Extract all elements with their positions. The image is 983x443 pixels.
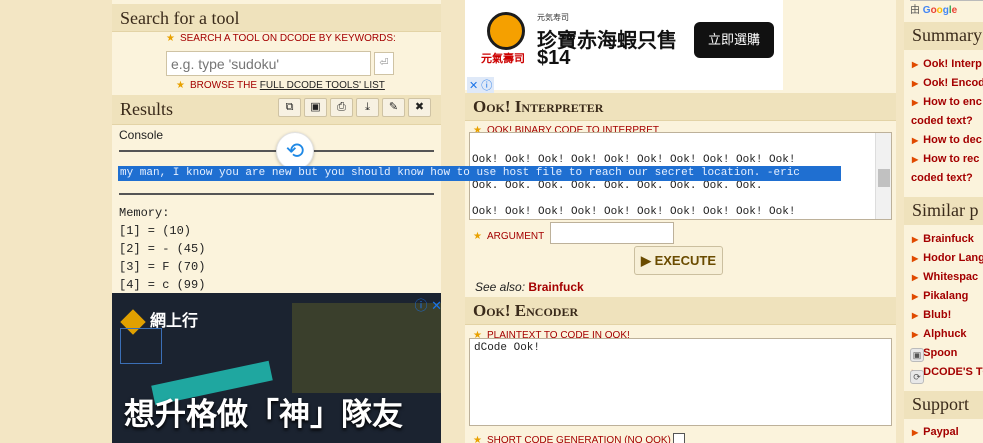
short-code-label: SHORT CODE GENERATION (NO OOK)	[486, 435, 671, 443]
short-code-checkbox[interactable]	[672, 432, 685, 443]
argument-row: ★ ARGUMENT	[473, 226, 544, 244]
search-submit-button[interactable]: ⏎	[374, 52, 394, 75]
ad-info-close-icon[interactable]: ⓘ ✕	[414, 295, 441, 314]
encoder-title: Ook! Encoder	[465, 297, 896, 325]
similar-item[interactable]: ▶ Blub!	[912, 309, 951, 321]
search-input[interactable]	[166, 51, 371, 76]
argument-input[interactable]	[550, 222, 674, 244]
close-icon[interactable]: ✖	[408, 98, 431, 117]
similar-item[interactable]: ▶ Brainfuck	[912, 233, 974, 245]
see-also-brainfuck-link[interactable]: Brainfuck	[528, 280, 583, 294]
textarea-scrollbar[interactable]	[875, 133, 891, 219]
left-column: Search for a tool ★ SEARCH A TOOL ON DCOD…	[112, 0, 441, 443]
star-icon: ★	[473, 435, 482, 443]
argument-label: ARGUMENT	[486, 231, 545, 242]
ook-code-content: Ook! Ook! Ook! Ook! Ook! Ook! Ook! Ook! …	[472, 154, 796, 218]
ad-crosshair-box	[120, 328, 162, 364]
print-icon[interactable]: ⎙	[330, 98, 353, 117]
summary-item-continued[interactable]: coded text?	[911, 115, 973, 127]
ad-small-text: 元気寿司	[537, 13, 569, 22]
advertisement-top[interactable]: 元氣壽司 元気寿司 珍寶赤海蝦只售 $14 立即選購	[465, 0, 783, 90]
star-icon: ★	[166, 33, 175, 44]
summary-item[interactable]: ▶ Ook! Interp	[912, 58, 982, 70]
interpreter-title: Ook! Interpreter	[465, 93, 896, 121]
search-panel-title: Search for a tool	[112, 4, 441, 32]
summary-item[interactable]: ▶ How to enc	[912, 96, 982, 108]
star-icon: ★	[176, 80, 185, 91]
short-code-row: ★ SHORT CODE GENERATION (NO OOK)	[473, 430, 685, 443]
similar-pages-title: Similar p	[904, 197, 983, 225]
summary-item-continued[interactable]: coded text?	[911, 172, 973, 184]
support-item-paypal[interactable]: ▶ Paypal	[912, 426, 959, 438]
see-also-prefix: See also:	[475, 280, 529, 294]
ad-brand-caption: 元氣壽司	[481, 53, 525, 65]
console-output-selected[interactable]: my man, I know you are new but you shoul…	[118, 166, 841, 181]
similar-item[interactable]: ▶ Whitespac	[912, 271, 978, 283]
summary-item[interactable]: ▶ Ook! Encod	[912, 77, 983, 89]
memory-output: Memory: [1] = (10) [2] = - (45) [3] = F …	[119, 206, 206, 292]
ad-headline: 想升格做「神」隊友	[124, 397, 403, 432]
browse-prefix: BROWSE THE	[189, 80, 260, 91]
search-keyword-label: SEARCH A TOOL ON DCODE BY KEYWORDS:	[179, 33, 396, 44]
star-icon: ★	[473, 231, 482, 242]
execute-button[interactable]: ▶ EXECUTE	[634, 246, 723, 275]
ad-close-info-icon[interactable]: ✕ ⓘ	[467, 77, 495, 93]
plaintext-textarea[interactable]: dCode Ook!	[469, 338, 892, 426]
search-panel: Search for a tool	[112, 4, 441, 92]
support-title: Support	[904, 391, 983, 419]
refresh-icon[interactable]: ⟲	[276, 132, 314, 170]
search-keyword-row: ★ SEARCH A TOOL ON DCODE BY KEYWORDS:	[166, 33, 396, 44]
console-label: Console	[119, 128, 164, 142]
browse-tools-row: ★ BROWSE THE FULL DCODE TOOLS' LIST	[176, 80, 385, 91]
ad-art-block	[292, 303, 441, 393]
middle-column: 元氣壽司 元気寿司 珍寶赤海蝦只售 $14 立即選購 ✕ ⓘ Ook! Inte…	[465, 0, 896, 443]
floating-options-icon[interactable]: ⟳	[910, 370, 924, 384]
summary-item[interactable]: ▶ How to dec	[912, 134, 982, 146]
pin-icon[interactable]: ✎	[382, 98, 405, 117]
ad-mascot-icon	[487, 12, 525, 50]
summary-item[interactable]: ▶ How to rec	[912, 153, 979, 165]
similar-item[interactable]: ▶ Pikalang	[912, 290, 968, 302]
google-translate-bar[interactable]: 由 Google	[910, 0, 983, 20]
copy-icon[interactable]: ⧉	[278, 98, 301, 117]
summary-title: Summary	[904, 22, 983, 50]
ad-buy-button[interactable]: 立即選購	[694, 22, 774, 58]
advertisement-left[interactable]: 網上行 想升格做「神」隊友 ⓘ ✕	[112, 293, 441, 443]
download-icon[interactable]: ⤓	[356, 98, 379, 117]
similar-item[interactable]: ▶ Alphuck	[912, 328, 967, 340]
full-tools-list-link[interactable]: FULL DCODE TOOLS' LIST	[260, 80, 385, 91]
scrollbar-thumb[interactable]	[878, 169, 890, 187]
google-prefix: 由	[910, 5, 920, 16]
results-toolbar: ⧉ ▣ ⎙ ⤓ ✎ ✖	[278, 98, 431, 117]
similar-item[interactable]: ▶ Hodor Lang	[912, 252, 983, 264]
ad-price: $14	[537, 47, 571, 69]
floating-print-icon[interactable]: ▣	[910, 348, 924, 362]
console-separator-bottom	[119, 193, 434, 195]
save-icon[interactable]: ▣	[304, 98, 327, 117]
see-also: See also: Brainfuck	[475, 280, 584, 294]
